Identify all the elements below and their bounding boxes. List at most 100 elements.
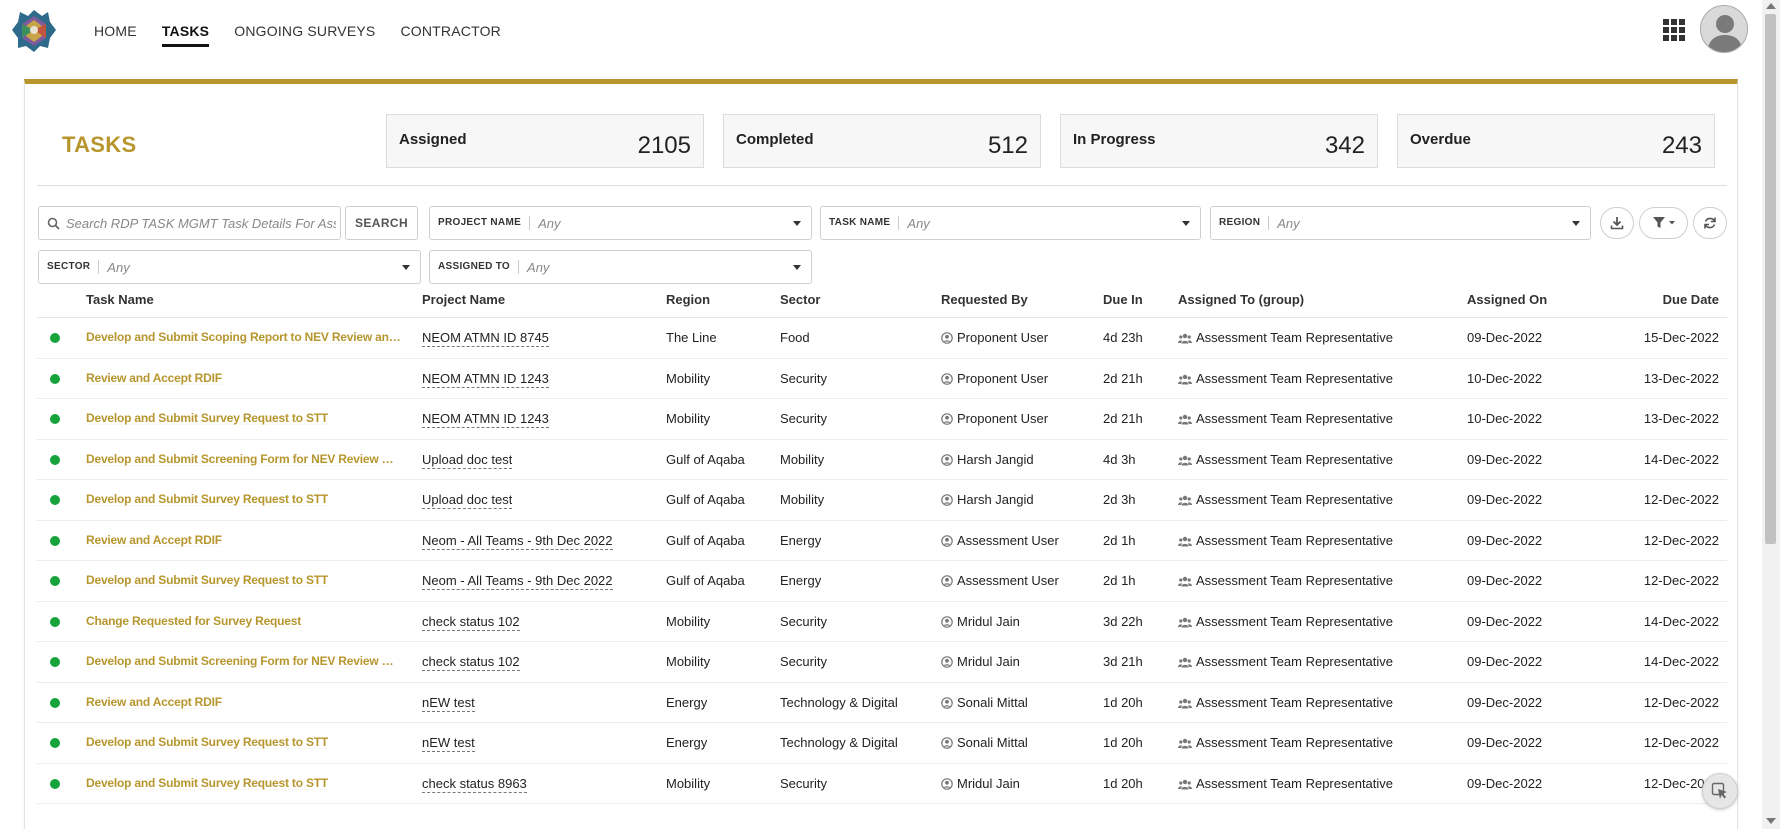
scrollbar-thumb[interactable] (1765, 14, 1776, 544)
task-name-link[interactable]: Develop and Submit Screening Form for NE… (86, 654, 402, 668)
col-assigned-on[interactable]: Assigned On (1467, 292, 1547, 307)
project-name-link[interactable]: check status 102 (422, 654, 520, 671)
assigned-to-cell: Assessment Team Representative (1178, 533, 1393, 548)
task-name-link[interactable]: Develop and Submit Screening Form for NE… (86, 452, 402, 466)
table-row[interactable]: Review and Accept RDIF NEOM ATMN ID 1243 M… (37, 359, 1727, 400)
region-cell: Mobility (666, 411, 710, 426)
due-in-cell: 4d 3h (1103, 452, 1136, 467)
region-cell: Energy (666, 735, 707, 750)
task-name-link[interactable]: Develop and Submit Scoping Report to NEV… (86, 330, 402, 344)
task-name-link[interactable]: Review and Accept RDIF (86, 533, 222, 547)
stat-overdue[interactable]: Overdue 243 (1397, 114, 1715, 168)
sector-cell: Mobility (780, 452, 824, 467)
task-name-link[interactable]: Develop and Submit Survey Request to STT (86, 411, 328, 425)
table-row[interactable]: Develop and Submit Survey Request to STT… (37, 480, 1727, 521)
search-button[interactable]: SEARCH (345, 206, 418, 240)
table-row[interactable]: Review and Accept RDIF Neom - All Teams -… (37, 521, 1727, 562)
task-name-link[interactable]: Develop and Submit Survey Request to STT (86, 492, 328, 506)
col-due-in[interactable]: Due In (1103, 292, 1143, 307)
stat-completed[interactable]: Completed 512 (723, 114, 1041, 168)
project-name-link[interactable]: Neom - All Teams - 9th Dec 2022 (422, 573, 613, 590)
project-name-link[interactable]: Neom - All Teams - 9th Dec 2022 (422, 533, 613, 550)
col-requested-by[interactable]: Requested By (941, 292, 1028, 307)
status-dot (50, 698, 60, 708)
task-name-link[interactable]: Develop and Submit Survey Request to STT (86, 776, 328, 790)
table-row[interactable]: Develop and Submit Screening Form for NE… (37, 440, 1727, 481)
download-button[interactable] (1600, 207, 1634, 239)
scroll-down-arrow-icon[interactable] (1766, 818, 1776, 824)
task-name-link[interactable]: Change Requested for Survey Request (86, 614, 301, 628)
project-name-link[interactable]: NEOM ATMN ID 8745 (422, 330, 549, 347)
assigned-group-name: Assessment Team Representative (1196, 695, 1393, 710)
col-due-date[interactable]: Due Date (1663, 292, 1719, 307)
users-group-icon (1178, 738, 1192, 749)
nav-contractor[interactable]: CONTRACTOR (400, 17, 501, 45)
table-row[interactable]: Develop and Submit Scoping Report to NEV… (37, 318, 1727, 359)
assigned-to-cell: Assessment Team Representative (1178, 776, 1393, 791)
project-name-link[interactable]: Upload doc test (422, 492, 512, 509)
assigned-to-cell: Assessment Team Representative (1178, 695, 1393, 710)
task-name-link[interactable]: Review and Accept RDIF (86, 695, 222, 709)
assigned-on-cell: 09-Dec-2022 (1467, 533, 1542, 548)
col-assigned-to-group[interactable]: Assigned To (group) (1178, 292, 1304, 307)
table-row[interactable]: Develop and Submit Survey Request to STT… (37, 764, 1727, 805)
nav-tasks[interactable]: TASKS (162, 17, 209, 45)
project-name-link[interactable]: Upload doc test (422, 452, 512, 469)
requested-by-name: Proponent User (957, 371, 1048, 386)
assigned-to-cell: Assessment Team Representative (1178, 654, 1393, 669)
due-date-cell: 12-Dec-2022 (1644, 735, 1719, 750)
col-task-name[interactable]: Task Name (86, 292, 154, 307)
stat-in-progress[interactable]: In Progress 342 (1060, 114, 1378, 168)
cursor-assist-button[interactable] (1702, 773, 1738, 809)
user-circle-icon (941, 494, 953, 506)
scroll-up-arrow-icon[interactable] (1766, 3, 1776, 9)
region-cell: Mobility (666, 776, 710, 791)
col-project-name[interactable]: Project Name (422, 292, 505, 307)
task-name-select[interactable]: TASK NAME Any (820, 206, 1201, 240)
app-logo[interactable] (12, 8, 56, 52)
stat-value: 243 (1662, 132, 1702, 160)
project-name-link[interactable]: nEW test (422, 695, 475, 712)
project-name-link[interactable]: nEW test (422, 735, 475, 752)
region-cell: Mobility (666, 614, 710, 629)
col-region[interactable]: Region (666, 292, 710, 307)
table-row[interactable]: Review and Accept RDIF nEW test Energy Tech… (37, 683, 1727, 724)
project-name-link[interactable]: NEOM ATMN ID 1243 (422, 411, 549, 428)
nav-home[interactable]: HOME (94, 17, 137, 45)
search-input[interactable] (66, 216, 336, 231)
task-name-link[interactable]: Develop and Submit Survey Request to STT (86, 735, 328, 749)
project-name-link[interactable]: check status 8963 (422, 776, 527, 793)
assigned-to-select[interactable]: ASSIGNED TO Any (429, 250, 812, 284)
status-dot (50, 374, 60, 384)
filter-dropdown-button[interactable] (1639, 207, 1688, 239)
refresh-button[interactable] (1693, 207, 1727, 239)
user-circle-icon (941, 413, 953, 425)
task-name-link[interactable]: Review and Accept RDIF (86, 371, 222, 385)
col-sector[interactable]: Sector (780, 292, 820, 307)
apps-grid-icon[interactable] (1663, 19, 1685, 41)
table-row[interactable]: Develop and Submit Survey Request to STT… (37, 723, 1727, 764)
download-icon (1610, 216, 1624, 230)
assigned-to-cell: Assessment Team Representative (1178, 371, 1393, 386)
sector-select[interactable]: SECTOR Any (38, 250, 421, 284)
stat-label: Completed (736, 131, 814, 148)
requested-by-cell: Harsh Jangid (941, 452, 1034, 467)
stat-assigned[interactable]: Assigned 2105 (386, 114, 704, 168)
table-row[interactable]: Develop and Submit Screening Form for NE… (37, 642, 1727, 683)
task-name-link[interactable]: Develop and Submit Survey Request to STT (86, 573, 328, 587)
cursor-icon (1711, 782, 1729, 800)
table-row[interactable]: Develop and Submit Survey Request to STT… (37, 399, 1727, 440)
project-name-link[interactable]: NEOM ATMN ID 1243 (422, 371, 549, 388)
select-label: SECTOR (47, 260, 99, 274)
region-select[interactable]: REGION Any (1210, 206, 1591, 240)
due-in-cell: 1d 20h (1103, 695, 1143, 710)
nav-ongoing-surveys[interactable]: ONGOING SURVEYS (234, 17, 375, 45)
table-row[interactable]: Develop and Submit Survey Request to STT… (37, 561, 1727, 602)
user-avatar[interactable] (1700, 5, 1748, 53)
project-name-link[interactable]: check status 102 (422, 614, 520, 631)
sector-cell: Mobility (780, 492, 824, 507)
due-in-cell: 2d 1h (1103, 573, 1136, 588)
project-name-select[interactable]: PROJECT NAME Any (429, 206, 812, 240)
table-row[interactable]: Change Requested for Survey Request check… (37, 602, 1727, 643)
users-group-icon (1178, 617, 1192, 628)
